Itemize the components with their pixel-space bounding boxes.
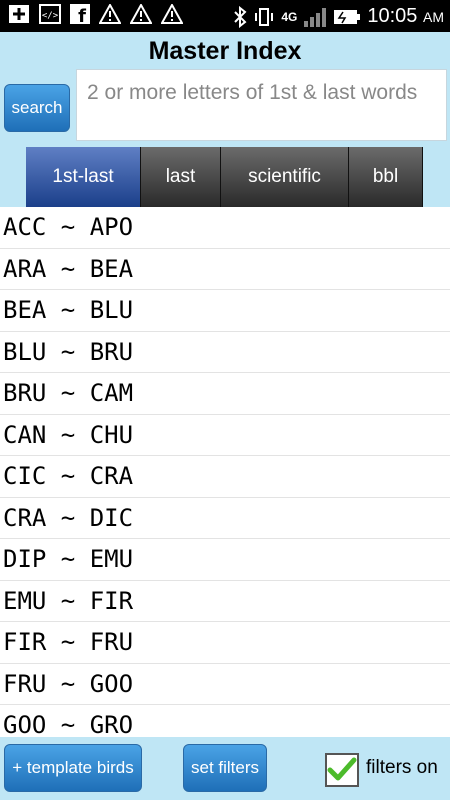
status-bar: </> f 4G 10:05 AM	[0, 0, 450, 32]
list-item[interactable]: DIP ~ EMU	[0, 539, 450, 581]
warning-icon	[130, 4, 152, 24]
list-item[interactable]: GOO ~ GRO	[0, 705, 450, 737]
bottom-bar: + template birds set filters filters on	[0, 737, 450, 800]
list-item[interactable]: CIC ~ CRA	[0, 456, 450, 498]
tab-last[interactable]: last	[141, 147, 221, 207]
list-item[interactable]: FIR ~ FRU	[0, 622, 450, 664]
list-item[interactable]: CRA ~ DIC	[0, 498, 450, 539]
battery-icon	[333, 9, 361, 25]
list-item[interactable]: FRU ~ GOO	[0, 664, 450, 705]
code-icon: </>	[39, 4, 61, 24]
search-input[interactable]: 2 or more letters of 1st & last words	[76, 69, 447, 141]
tab-scientific[interactable]: scientific	[221, 147, 349, 207]
svg-text:f: f	[78, 6, 86, 24]
facebook-icon: f	[70, 4, 90, 24]
template-birds-button[interactable]: + template birds	[4, 744, 142, 792]
list-item[interactable]: EMU ~ FIR	[0, 581, 450, 622]
clock: 10:05 AM	[367, 5, 444, 27]
signal-icon	[303, 7, 327, 27]
warning-icon	[161, 4, 183, 24]
list-item[interactable]: CAN ~ CHU	[0, 415, 450, 456]
warning-icon	[99, 4, 121, 24]
list-item[interactable]: BLU ~ BRU	[0, 332, 450, 373]
vibrate-icon	[253, 6, 275, 28]
page-title: Master Index	[148, 37, 302, 65]
filters-on-checkbox[interactable]	[325, 753, 359, 787]
filters-on-label: filters on	[366, 757, 438, 778]
list-item[interactable]: ARA ~ BEA	[0, 249, 450, 290]
svg-text:</>: </>	[42, 11, 59, 21]
tab-bbl[interactable]: bbl	[349, 147, 423, 207]
index-list[interactable]: ACC ~ APO ARA ~ BEA BEA ~ BLU BLU ~ BRU …	[0, 207, 450, 737]
set-filters-button[interactable]: set filters	[183, 744, 267, 792]
checkmark-icon	[327, 757, 357, 781]
plus-box-icon	[8, 4, 30, 24]
network-type-icon: 4G	[281, 9, 298, 24]
bluetooth-icon	[233, 5, 247, 28]
tab-1st-last[interactable]: 1st-last	[26, 147, 141, 207]
list-item[interactable]: ACC ~ APO	[0, 207, 450, 249]
list-item[interactable]: BRU ~ CAM	[0, 373, 450, 415]
list-item[interactable]: BEA ~ BLU	[0, 290, 450, 332]
search-button[interactable]: search	[4, 84, 70, 132]
index-tabs: 1st-last last scientific bbl	[26, 147, 423, 207]
